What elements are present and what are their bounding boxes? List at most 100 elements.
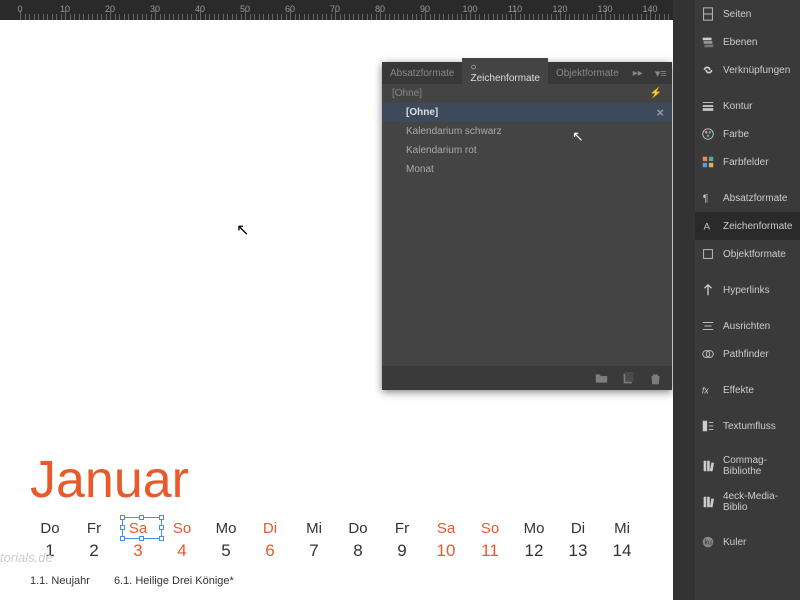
day-name: Fr <box>380 520 424 537</box>
panel-button-pathfinder[interactable]: Pathfinder <box>695 340 800 368</box>
day-name: Mo <box>512 520 556 537</box>
panel-icon-strip <box>673 0 695 600</box>
panel-tab-bar: Absatzformate○ ZeichenformateObjektforma… <box>382 62 672 84</box>
panel-label: Zeichenformate <box>723 221 792 232</box>
panel-button-obj[interactable]: Objektformate <box>695 240 800 268</box>
svg-text:fx: fx <box>702 386 709 396</box>
panel-button-links[interactable]: Verknüpfungen <box>695 56 800 84</box>
day-name: Do <box>28 520 72 537</box>
day-number: 2 <box>72 541 116 561</box>
day-column[interactable]: Fr 9 <box>380 520 424 561</box>
pages-icon <box>701 7 715 21</box>
panel-label: Seiten <box>723 9 751 20</box>
panel-tab[interactable]: ○ Zeichenformate <box>462 58 547 88</box>
panel-tab[interactable]: Absatzformate <box>382 64 462 83</box>
panel-label: Absatzformate <box>723 193 787 204</box>
panel-label: Ebenen <box>723 37 757 48</box>
day-column[interactable]: Di13 <box>556 520 600 561</box>
new-style-icon[interactable] <box>622 372 635 385</box>
panel-button-swatches[interactable]: Farbfelder <box>695 148 800 176</box>
panel-button-kuler[interactable]: ku Kuler <box>695 528 800 556</box>
panel-context-label: [Ohne] <box>392 88 422 99</box>
panel-button-char[interactable]: A Zeichenformate <box>695 212 800 240</box>
day-number: 6 <box>248 541 292 561</box>
day-column[interactable]: Do8 <box>336 520 380 561</box>
day-column[interactable]: Mo 12 <box>512 520 556 561</box>
panel-label: Commag-Bibliothe <box>723 455 794 477</box>
style-item[interactable]: Monat <box>382 160 672 179</box>
panel-menu-icon[interactable]: ▾≡ <box>649 67 673 80</box>
day-column[interactable]: Mi 14 <box>600 520 644 561</box>
obj-icon <box>701 247 715 261</box>
style-item[interactable]: Kalendarium rot <box>382 141 672 160</box>
day-name: So <box>468 520 512 537</box>
lib2-icon <box>701 495 715 509</box>
holiday-text: 1.1. Neujahr <box>30 575 90 587</box>
panel-button-lib2[interactable]: 4eck-Media-Biblio <box>695 484 800 520</box>
panel-button-lib1[interactable]: Commag-Bibliothe <box>695 448 800 484</box>
holiday-text: 6.1. Heilige Drei Könige* <box>114 575 234 587</box>
panel-label: Ausrichten <box>723 321 770 332</box>
day-column[interactable]: Mo 5 <box>204 520 248 561</box>
char-icon: A <box>701 219 715 233</box>
panel-tab[interactable]: Objektformate <box>548 64 627 83</box>
day-name: Mi <box>600 520 644 537</box>
day-column[interactable]: So11 <box>468 520 512 561</box>
right-panel-dock: Seiten Ebenen Verknüpfungen KonturFarbeFarb… <box>673 0 800 600</box>
day-column[interactable]: Sa 10 <box>424 520 468 561</box>
month-title[interactable]: Januar <box>30 450 189 510</box>
stroke-icon <box>701 99 715 113</box>
fx-icon: fx <box>701 383 715 397</box>
svg-text:A: A <box>704 222 711 233</box>
style-item[interactable]: Kalendarium schwarz <box>382 122 672 141</box>
panel-button-wrap[interactable]: Textumfluss <box>695 412 800 440</box>
day-column[interactable]: Mi7 <box>292 520 336 561</box>
character-styles-panel[interactable]: Absatzformate○ ZeichenformateObjektforma… <box>382 62 672 390</box>
panel-label: Textumfluss <box>723 421 776 432</box>
panel-list-column: Seiten Ebenen Verknüpfungen KonturFarbeFarb… <box>695 0 800 600</box>
day-name: Fr <box>72 520 116 537</box>
day-number: 10 <box>424 541 468 561</box>
lib1-icon <box>701 459 715 473</box>
day-column[interactable]: So4 <box>160 520 204 561</box>
style-item[interactable]: [Ohne] <box>382 103 672 122</box>
day-name: Sa <box>424 520 468 537</box>
day-number: 12 <box>512 541 556 561</box>
day-number: 9 <box>380 541 424 561</box>
panel-label: Hyperlinks <box>723 285 770 296</box>
panel-label: Pathfinder <box>723 349 769 360</box>
panel-button-palette[interactable]: Farbe <box>695 120 800 148</box>
links-icon <box>701 63 715 77</box>
day-column[interactable]: Fr 2 <box>72 520 116 561</box>
panel-button-fx[interactable]: fx Effekte <box>695 376 800 404</box>
day-name: Di <box>556 520 600 537</box>
day-number: 8 <box>336 541 380 561</box>
kuler-icon: ku <box>701 535 715 549</box>
day-number: 7 <box>292 541 336 561</box>
panel-label: Kuler <box>723 537 746 548</box>
svg-text:ku: ku <box>705 540 713 547</box>
panel-footer <box>382 366 672 390</box>
folder-icon[interactable] <box>595 372 608 385</box>
style-list: [Ohne]Kalendarium schwarzKalendarium rot… <box>382 103 672 179</box>
lightning-icon[interactable]: ⚡ <box>650 88 662 99</box>
day-column[interactable]: Di 6 <box>248 520 292 561</box>
panel-button-stroke[interactable]: Kontur <box>695 92 800 120</box>
day-name: Mo <box>204 520 248 537</box>
day-name: Di <box>248 520 292 537</box>
layers-icon <box>701 35 715 49</box>
trash-icon[interactable] <box>649 372 662 385</box>
panel-label: Effekte <box>723 385 754 396</box>
day-number: 5 <box>204 541 248 561</box>
panel-button-para[interactable]: ¶Absatzformate <box>695 184 800 212</box>
horizontal-ruler: 0102030405060708090100110120130140 <box>0 0 673 20</box>
panel-button-align[interactable]: Ausrichten <box>695 312 800 340</box>
text-frame-selection[interactable] <box>122 517 162 539</box>
watermark-text: torials.de <box>0 550 53 565</box>
panel-expand-icon[interactable]: ▸▸ <box>627 68 649 79</box>
panel-button-pages[interactable]: Seiten <box>695 0 800 28</box>
panel-button-layers[interactable]: Ebenen <box>695 28 800 56</box>
day-number: 14 <box>600 541 644 561</box>
panel-button-hyperlink[interactable]: Hyperlinks <box>695 276 800 304</box>
swatches-icon <box>701 155 715 169</box>
